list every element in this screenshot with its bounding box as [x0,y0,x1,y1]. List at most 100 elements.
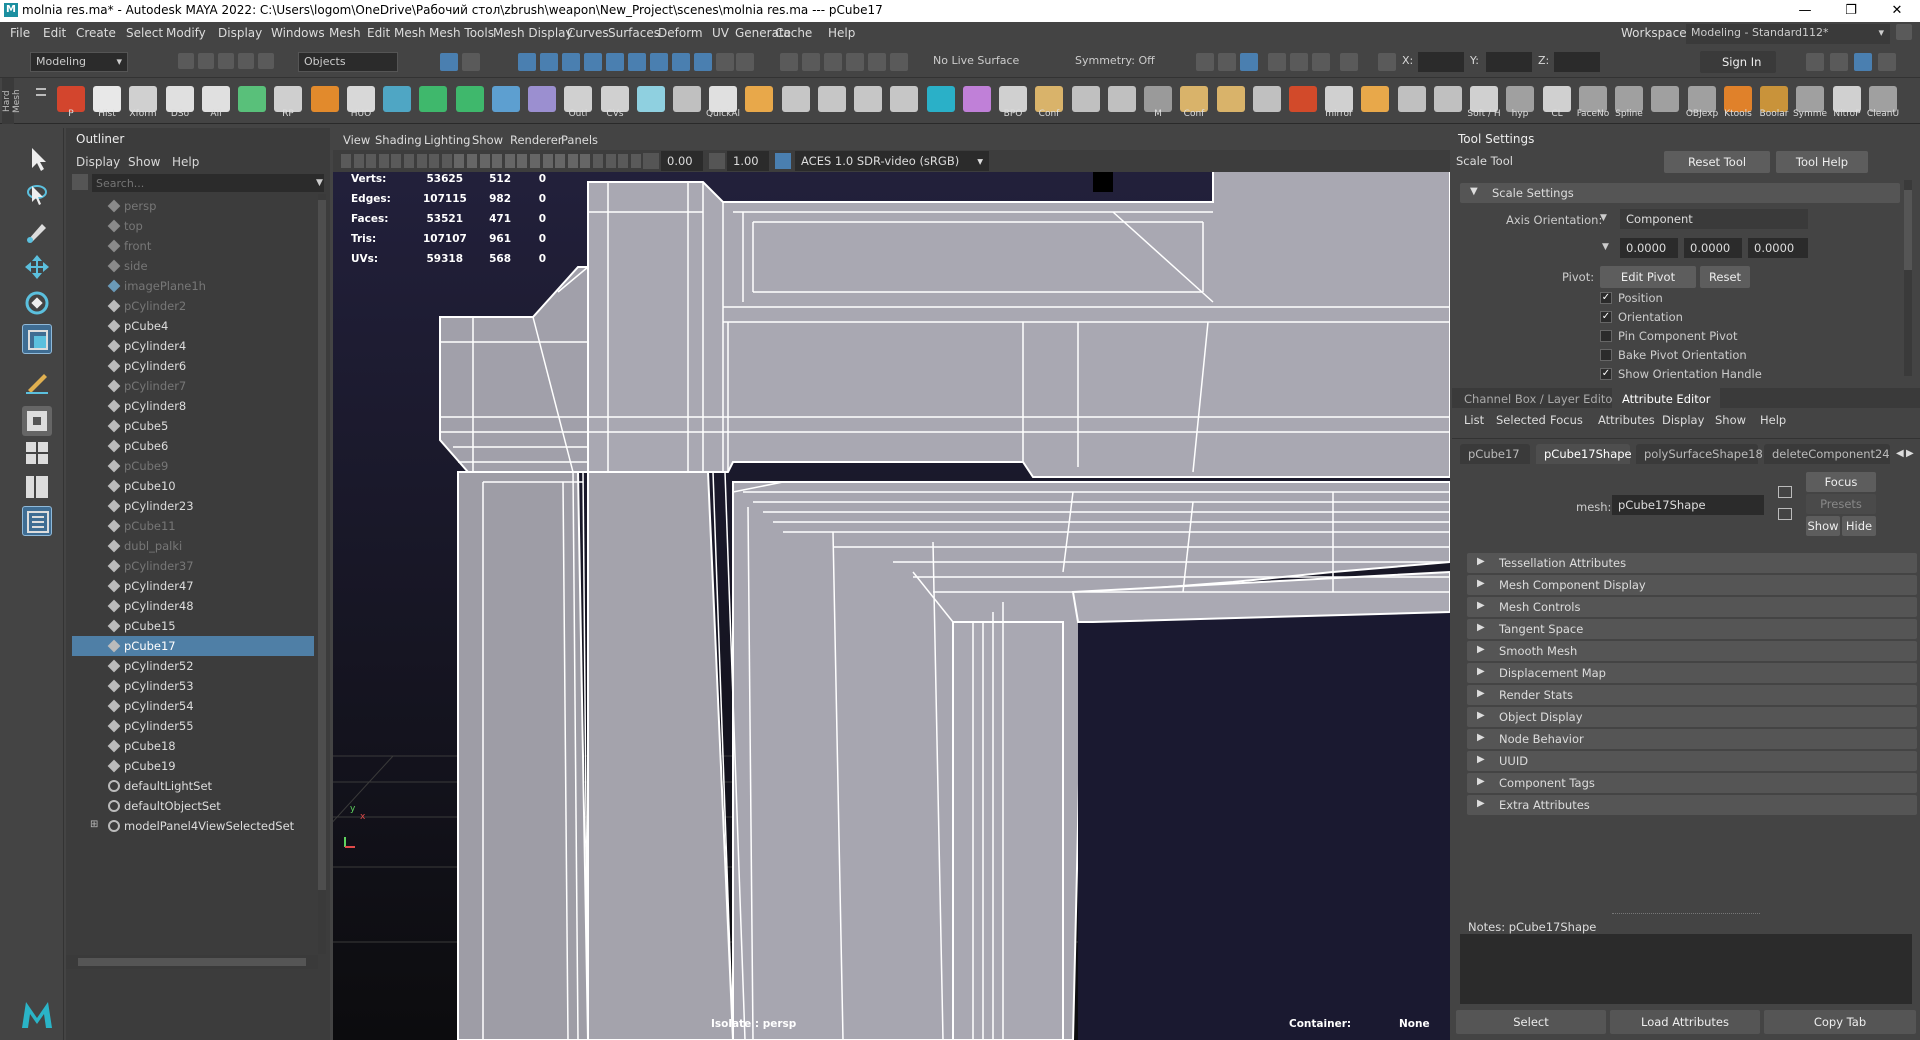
ae-section-displacement-map[interactable]: ▶ Displacement Map [1467,663,1917,683]
viewport-tool-icon[interactable] [517,154,527,168]
outliner-item[interactable]: pCylinder7 [72,376,314,396]
lock-selection-icon[interactable] [694,53,712,71]
outliner-item[interactable]: dubl_palki [72,536,314,556]
snap-vertex-icon[interactable] [890,53,908,71]
edit-pivot-button[interactable]: Edit Pivot [1600,266,1696,288]
shelf-tool-icon[interactable] [637,86,665,112]
viewport-tool-icon[interactable] [379,154,389,168]
viewport-tool-icon[interactable] [417,154,427,168]
lasso-tool-icon[interactable] [22,180,52,210]
save-scene-icon[interactable] [218,53,234,69]
viewport-menu-view[interactable]: View [343,133,370,147]
color-management-icon[interactable] [775,153,791,169]
surface-mode-icon[interactable] [650,53,668,71]
presets-button[interactable]: Presets [1806,494,1876,514]
outliner-item[interactable]: pCube10 [72,476,314,496]
vertex-mode-icon[interactable] [518,53,536,71]
undo-icon[interactable] [238,53,254,69]
outliner-item[interactable]: top [72,216,314,236]
outliner-hscrollbar[interactable] [66,955,318,969]
checkbox-show-orientation-handle[interactable]: ✓ [1600,368,1612,380]
face-mode-icon[interactable] [562,53,580,71]
checkbox-orientation[interactable]: ✓ [1600,311,1612,323]
shelf-tool-icon[interactable] [1253,86,1281,112]
ipr-icon[interactable] [1240,53,1258,71]
render-sequence-icon[interactable] [1218,53,1236,71]
outliner-item[interactable]: pCylinder52 [72,656,314,676]
four-view-layout-icon[interactable] [22,438,52,468]
workspace-lock-icon[interactable] [1896,24,1912,40]
tool-settings-toggle-icon[interactable] [1854,53,1872,71]
shelf-tool-icon[interactable] [419,86,447,112]
menu-display[interactable]: Display [218,26,262,40]
tab-scroll-left-icon[interactable]: ◀ [1896,448,1904,459]
ae-section-tessellation-attributes[interactable]: ▶ Tessellation Attributes [1467,553,1917,573]
node-tab-polysurfaceshape18[interactable]: polySurfaceShape18 [1636,444,1763,464]
viewport-tool-icon[interactable] [480,154,490,168]
tool-settings-scrollbar[interactable] [1904,180,1912,376]
shelf-tool-icon[interactable] [782,86,810,112]
outliner-search-input[interactable] [92,174,324,192]
mesh-name-field[interactable]: pCube17Shape [1612,495,1764,515]
outliner-item[interactable]: defaultObjectSet [72,796,314,816]
axis-value-x[interactable]: 0.0000 [1620,238,1678,258]
viewport-menu-renderer[interactable]: Renderer [510,133,563,147]
node-tab-deletecomponent24[interactable]: deleteComponent24 [1764,444,1890,464]
redo-icon[interactable] [258,53,274,69]
menu-surfaces[interactable]: Surfaces [608,26,660,40]
viewport-tool-icon[interactable] [354,154,364,168]
scale-tool-icon[interactable] [22,324,52,354]
select-by-hierarchy-icon[interactable] [440,53,458,71]
viewport-tool-icon[interactable] [618,154,628,168]
minimize-button[interactable]: — [1782,0,1828,22]
shelf-tool-icon[interactable] [745,86,773,112]
notes-textarea[interactable] [1460,934,1912,1004]
ae-section-node-behavior[interactable]: ▶ Node Behavior [1467,729,1917,749]
outliner-item[interactable]: imagePlane1h [72,276,314,296]
ae-section-tangent-space[interactable]: ▶ Tangent Space [1467,619,1917,639]
persp-outliner-layout-icon[interactable] [22,472,52,502]
shelf-tool-icon[interactable] [1651,86,1679,112]
menu-mesh[interactable]: Mesh [329,26,361,40]
shelf-tool-icon[interactable] [818,86,846,112]
outliner-menu-display[interactable]: Display [76,155,120,169]
viewport-tool-icon[interactable] [429,154,439,168]
viewport-scene[interactable] [333,172,1450,1040]
ae-section-extra-attributes[interactable]: ▶ Extra Attributes [1467,795,1917,815]
snap-plane-icon[interactable] [846,53,864,71]
menu-deform[interactable]: Deform [658,26,703,40]
relative-transform-icon[interactable] [1378,53,1396,71]
curve-mode-icon[interactable] [628,53,646,71]
hypershade-icon[interactable] [1290,53,1308,71]
shelf-tool-icon[interactable] [890,86,918,112]
deform-mode-icon[interactable] [672,53,690,71]
viewport-menu-lighting[interactable]: Lighting [424,133,470,147]
viewport-tool-icon[interactable] [492,154,502,168]
viewport-tool-icon[interactable] [580,154,590,168]
outliner-item[interactable]: pCylinder48 [72,596,314,616]
shelf-tool-icon[interactable] [1108,86,1136,112]
shelf-tool-icon[interactable] [854,86,882,112]
rotate-tool-icon[interactable] [22,288,52,318]
viewport-tool-icon[interactable] [467,154,477,168]
reset-pivot-button[interactable]: Reset [1700,266,1750,288]
gamma-icon[interactable] [709,153,725,169]
menuset-dropdown[interactable]: Modeling ▾ [30,52,128,72]
outliner-item[interactable]: pCube19 [72,756,314,776]
viewport-tool-icon[interactable] [341,154,351,168]
outliner-item[interactable]: persp [72,196,314,216]
ae-section-mesh-component-display[interactable]: ▶ Mesh Component Display [1467,575,1917,595]
ae-section-object-display[interactable]: ▶ Object Display [1467,707,1917,727]
checkbox-bake-pivot-orientation[interactable] [1600,349,1612,361]
z-input[interactable] [1554,52,1600,72]
snap-curve-icon[interactable] [802,53,820,71]
outliner-item[interactable]: pCylinder8 [72,396,314,416]
outliner-item[interactable]: pCylinder37 [72,556,314,576]
menu-edit[interactable]: Edit [43,26,66,40]
menu-cache[interactable]: Cache [775,26,812,40]
render-selection-icon[interactable] [736,53,754,71]
go-to-output-icon[interactable] [1778,508,1792,520]
viewport-menu-shading[interactable]: Shading [375,133,422,147]
tab-scroll-right-icon[interactable]: ▶ [1906,448,1914,459]
viewport-tool-icon[interactable] [606,154,616,168]
